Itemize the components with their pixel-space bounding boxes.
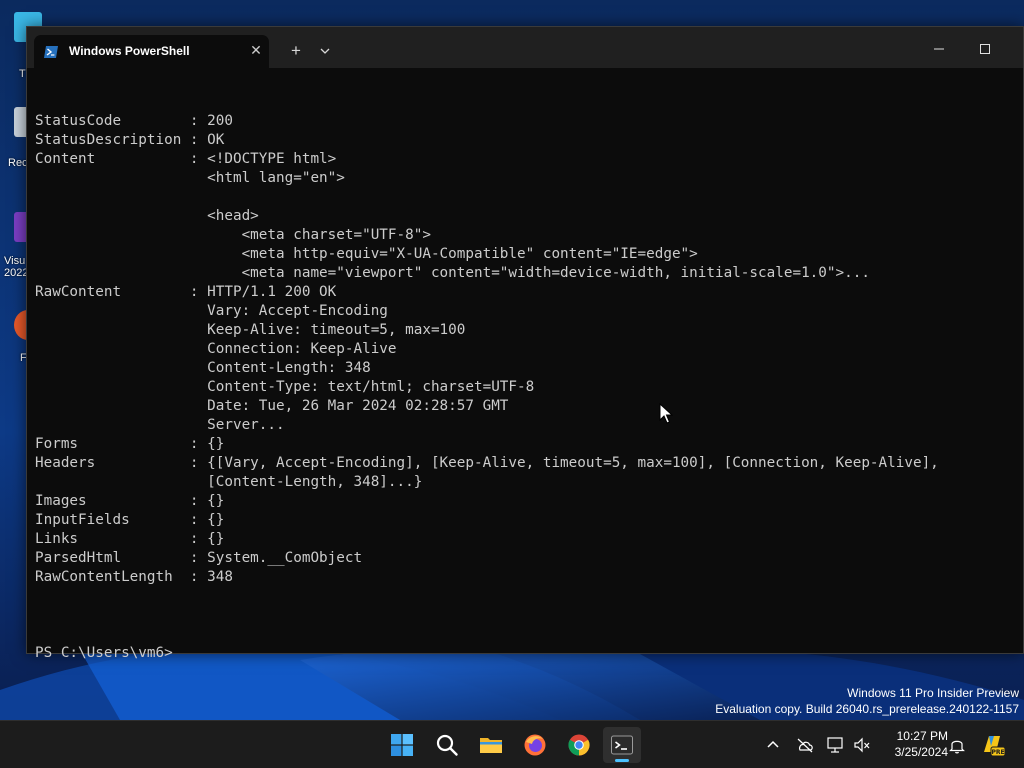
terminal-line: StatusDescription : OK (35, 132, 225, 148)
terminal-line: Vary: Accept-Encoding (35, 303, 388, 319)
clock-date: 3/25/2024 (894, 745, 948, 759)
chevron-up-icon[interactable] (763, 735, 783, 755)
terminal-icon (611, 735, 633, 755)
terminal-line: Links : {} (35, 531, 225, 547)
terminal-line: RawContentLength : 348 (35, 569, 233, 585)
start-button[interactable] (383, 727, 421, 763)
terminal-line: Content-Type: text/html; charset=UTF-8 (35, 379, 535, 395)
terminal-line: [Content-Length, 348]...} (35, 474, 423, 490)
terminal-line: <html lang="en"> (35, 170, 345, 186)
evaluation-watermark: Windows 11 Pro Insider Preview Evaluatio… (715, 685, 1019, 717)
watermark-line-1: Windows 11 Pro Insider Preview (847, 686, 1019, 700)
tab-windows-powershell[interactable]: Windows PowerShell ✕ (34, 35, 269, 68)
terminal-line: <head> (35, 208, 259, 224)
minimize-button[interactable] (927, 39, 951, 59)
folder-icon (480, 738, 502, 753)
search-icon (436, 734, 458, 756)
running-indicator (615, 759, 629, 762)
terminal-line: Content : <!DOCTYPE html> (35, 151, 337, 167)
terminal-line: <meta charset="UTF-8"> (35, 227, 431, 243)
terminal-line: Connection: Keep-Alive (35, 341, 397, 357)
windows-logo-icon (391, 734, 413, 756)
file-explorer-button[interactable] (472, 727, 510, 763)
desktop-icon-recycle-bin[interactable]: Rec (0, 105, 42, 170)
chevron-down-icon[interactable] (316, 42, 334, 60)
terminal-button[interactable] (603, 727, 641, 763)
desktop-icon-label: Rec (8, 157, 28, 169)
new-tab-button[interactable]: + (286, 41, 306, 61)
desktop-icon-label: T (19, 68, 26, 80)
copilot-preview-icon[interactable]: PRE (980, 732, 1006, 758)
notification-bell-icon[interactable] (947, 735, 967, 755)
svg-text:PRE: PRE (991, 749, 1004, 756)
terminal-line: RawContent : HTTP/1.1 200 OK (35, 284, 337, 300)
terminal-line: Server... (35, 417, 285, 433)
desktop-icon-firefox[interactable]: F (0, 308, 42, 368)
tab-title: Windows PowerShell (69, 44, 190, 58)
watermark-line-2: Evaluation copy. Build 26040.rs_prerelea… (715, 702, 1019, 716)
terminal-output[interactable]: StatusCode : 200 StatusDescription : OK Co… (35, 93, 1020, 661)
terminal-line: <meta http-equiv="X-UA-Compatible" conte… (35, 246, 698, 262)
firefox-icon (524, 734, 546, 756)
chrome-icon (568, 734, 590, 756)
maximize-button[interactable] (973, 39, 997, 59)
network-icon[interactable] (826, 735, 846, 755)
terminal-line: Keep-Alive: timeout=5, max=100 (35, 322, 466, 338)
terminal-line: StatusCode : 200 (35, 113, 233, 129)
chrome-button[interactable] (560, 727, 598, 763)
desktop-icon-visual-studio[interactable]: Visu 2022 (0, 210, 42, 285)
terminal-line: Images : {} (35, 493, 225, 509)
clock-time: 10:27 PM (896, 729, 948, 743)
desktop-icon-label: Visu 2022 (4, 255, 29, 279)
taskbar-clock[interactable]: 10:27 PM 3/25/2024 (880, 728, 948, 760)
cloud-offline-icon[interactable] (795, 735, 815, 755)
close-tab-button[interactable]: ✕ (249, 43, 263, 59)
volume-muted-icon[interactable] (852, 735, 872, 755)
taskbar: 10:27 PM 3/25/2024 PRE (0, 720, 1024, 768)
search-button[interactable] (428, 727, 466, 763)
terminal-line: Headers : {[Vary, Accept-Encoding], [Kee… (35, 455, 939, 471)
terminal-window: Windows PowerShell ✕ + StatusCode : 200 S… (26, 26, 1024, 661)
terminal-prompt: PS C:\Users\vm6> (35, 645, 173, 661)
terminal-line: ParsedHtml : System.__ComObject (35, 550, 363, 566)
terminal-line: Content-Length: 348 (35, 360, 371, 376)
terminal-line: InputFields : {} (35, 512, 225, 528)
terminal-line: <meta name="viewport" content="width=dev… (35, 265, 870, 281)
mouse-cursor-icon (659, 403, 673, 424)
firefox-button[interactable] (516, 727, 554, 763)
terminal-line: Forms : {} (35, 436, 225, 452)
title-bar[interactable]: Windows PowerShell ✕ + (27, 27, 1023, 68)
powershell-icon (44, 46, 58, 58)
desktop-icon-1[interactable]: T (0, 10, 42, 80)
terminal-line: Date: Tue, 26 Mar 2024 02:28:57 GMT (35, 398, 509, 414)
